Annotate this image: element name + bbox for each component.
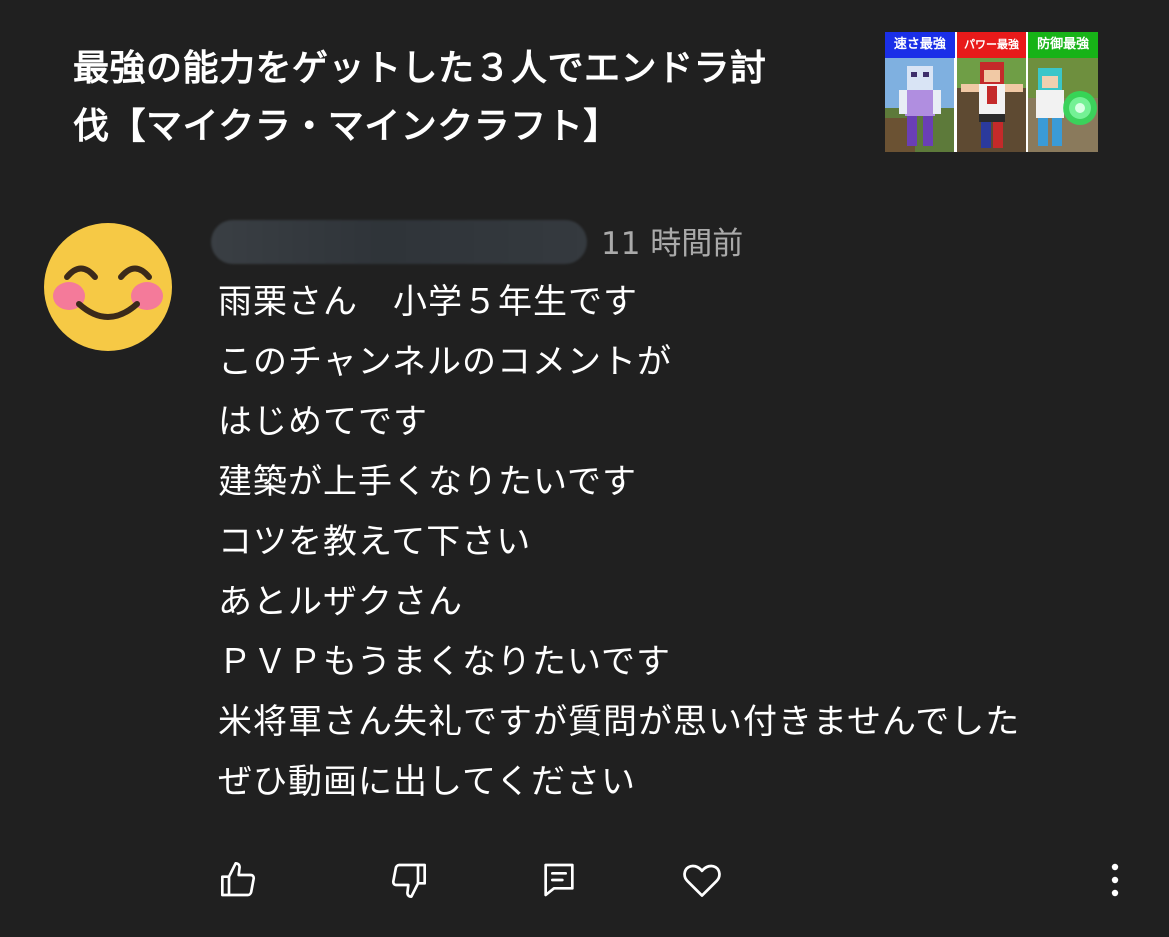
thumbnail-panel-speed: 速さ最強 (885, 32, 955, 152)
video-title-line-1: 最強の能力をゲットした３人でエンドラ討 (73, 48, 767, 89)
comment-timestamp: 11 時間前 (601, 226, 744, 262)
thumbnail-scene-defense (1028, 58, 1099, 152)
minecraft-character-speed (885, 58, 954, 152)
more-vertical-icon (1111, 863, 1119, 897)
comment-line: 建築が上手くなりたいです (218, 462, 637, 502)
thumbs-up-icon (221, 862, 256, 897)
more-options-button[interactable] (1090, 855, 1140, 905)
minecraft-character-defense (1028, 58, 1099, 152)
avatar[interactable] (43, 222, 173, 352)
comment-line: ぜひ動画に出してください (218, 762, 636, 802)
video-title[interactable]: 最強の能力をゲットした３人でエンドラ討 伐【マイクラ・マインクラフト】 (73, 40, 843, 156)
comment-line: 雨栗さん 小学５年生です (218, 282, 638, 322)
reply-button[interactable] (534, 855, 584, 905)
comment-line: ＰＶＰもうまくなりたいです (218, 642, 671, 682)
heart-icon (683, 864, 721, 897)
author-name-redacted[interactable] (211, 220, 587, 264)
comment-text: 雨栗さん 小学５年生です このチャンネルのコメントが はじめてです 建築が上手く… (218, 272, 1138, 812)
thumbnail-label-speed: 速さ最強 (885, 32, 955, 58)
comment-icon (544, 863, 574, 897)
thumbnail-panel-defense: 防御最強 (1028, 32, 1099, 152)
video-thumbnail[interactable]: 速さ最強 パワー最強 防御最強 (885, 32, 1099, 152)
thumbs-down-icon (391, 863, 426, 898)
thumbnail-label-power: パワー最強 (956, 32, 1027, 58)
like-button[interactable] (214, 855, 264, 905)
thumbnail-label-defense: 防御最強 (1028, 32, 1099, 58)
comment-line: このチャンネルのコメントが (218, 342, 672, 382)
video-header[interactable]: 最強の能力をゲットした３人でエンドラ討 伐【マイクラ・マインクラフト】 速さ最強 (0, 0, 1169, 175)
smiling-face-emoji-icon (44, 223, 172, 351)
video-title-line-2: 伐【マイクラ・マインクラフト】 (73, 106, 620, 147)
thumbnail-scene-power (956, 58, 1027, 152)
thumbnail-scene-speed (885, 58, 955, 152)
comment-line: 米将軍さん失礼ですが質問が思い付きませんでした (218, 702, 1021, 742)
heart-button[interactable] (677, 855, 727, 905)
comment-line: コツを教えて下さい (218, 522, 532, 562)
comment-line: はじめてです (218, 402, 428, 442)
dislike-button[interactable] (383, 855, 433, 905)
minecraft-character-power (956, 58, 1027, 152)
comment-line: あとルザクさん (218, 582, 463, 622)
thumbnail-panel-power: パワー最強 (956, 32, 1027, 152)
